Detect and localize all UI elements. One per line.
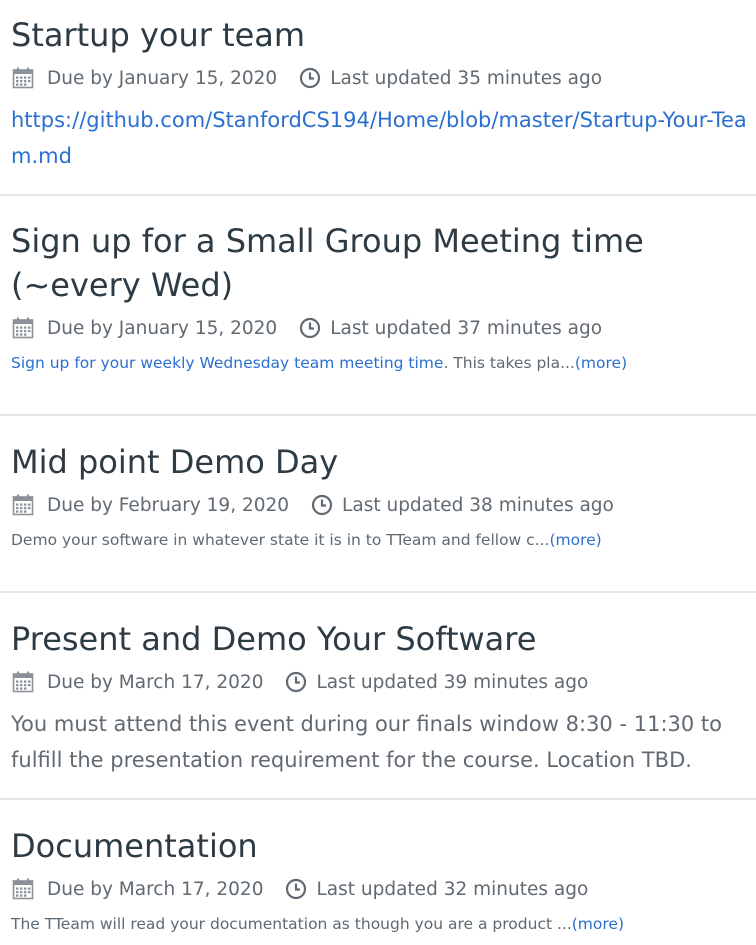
assignment-meta: Due by March 17, 2020 Last updated 39 mi…: [11, 667, 588, 697]
due-date: Due by March 17, 2020: [47, 878, 264, 900]
last-updated: Last updated 32 minutes ago: [316, 878, 589, 900]
divider: [0, 194, 756, 196]
assignment-meta: Due by January 15, 2020 Last updated 37 …: [11, 313, 602, 343]
calendar-icon: [11, 493, 35, 517]
clock-icon: [285, 878, 307, 900]
description-text: . This takes pla...: [443, 354, 575, 372]
last-updated: Last updated 38 minutes ago: [342, 494, 614, 516]
divider: [0, 414, 756, 416]
assignment-title[interactable]: Mid point Demo Day: [11, 440, 338, 484]
assignment-meta: Due by February 19, 2020 Last updated 38…: [11, 490, 614, 520]
due-date: Due by March 17, 2020: [47, 671, 264, 693]
clock-icon: [299, 317, 321, 339]
assignment-title[interactable]: Startup your team: [11, 13, 305, 57]
calendar-icon: [11, 670, 35, 694]
assignment-title[interactable]: Sign up for a Small Group Meeting time (~…: [11, 219, 644, 307]
title-line: Sign up for a Small Group Meeting time: [11, 222, 644, 260]
more-link[interactable]: (more): [572, 915, 624, 933]
description-link[interactable]: https://github.com/StanfordCS194/Home/bl…: [11, 102, 751, 174]
description-text: You must attend this event during our fi…: [11, 712, 722, 772]
description-text: Demo your software in whatever state it …: [11, 531, 550, 549]
assignment-meta: Due by January 15, 2020 Last updated 35 …: [11, 63, 602, 93]
description: Sign up for your weekly Wednesday team m…: [11, 352, 627, 374]
description-link[interactable]: Sign up for your weekly Wednesday team m…: [11, 354, 443, 372]
description: The TTeam will read your documentation a…: [11, 913, 624, 935]
title-line: (~every Wed): [11, 266, 234, 304]
divider: [0, 591, 756, 593]
divider: [0, 798, 756, 800]
clock-icon: [285, 671, 307, 693]
clock-icon: [311, 494, 333, 516]
assignment-meta: Due by March 17, 2020 Last updated 32 mi…: [11, 874, 588, 904]
assignment-title[interactable]: Documentation: [11, 824, 258, 868]
due-date: Due by January 15, 2020: [47, 67, 278, 89]
assignment-title[interactable]: Present and Demo Your Software: [11, 617, 536, 661]
last-updated: Last updated 35 minutes ago: [330, 67, 603, 89]
description: Demo your software in whatever state it …: [11, 529, 602, 551]
calendar-icon: [11, 877, 35, 901]
last-updated: Last updated 39 minutes ago: [316, 671, 589, 693]
calendar-icon: [11, 66, 35, 90]
more-link[interactable]: (more): [549, 531, 601, 549]
last-updated: Last updated 37 minutes ago: [330, 317, 603, 339]
calendar-icon: [11, 316, 35, 340]
clock-icon: [299, 67, 321, 89]
due-date: Due by January 15, 2020: [47, 317, 278, 339]
due-date: Due by February 19, 2020: [47, 494, 290, 516]
more-link[interactable]: (more): [575, 354, 627, 372]
description-text: The TTeam will read your documentation a…: [11, 915, 572, 933]
